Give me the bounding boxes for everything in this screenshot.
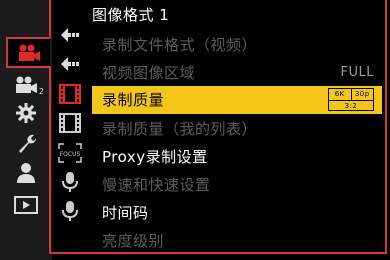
menu-item-label: 录制质量 bbox=[102, 91, 165, 109]
gear-icon bbox=[16, 103, 36, 123]
person-icon bbox=[17, 163, 35, 183]
menu-item-label: 亮度级别 bbox=[102, 232, 165, 250]
film-icon bbox=[59, 113, 81, 133]
quality-badge: 6K 30p 3:2 bbox=[328, 88, 374, 111]
mic-icon bbox=[62, 172, 78, 192]
film-icon bbox=[59, 84, 81, 104]
category-video-1[interactable]: 1 bbox=[6, 37, 50, 68]
quality-resolution: 6K bbox=[329, 89, 352, 100]
menu-item-time-code[interactable]: 时间码 bbox=[92, 199, 382, 227]
menu-item-rec-quality-my-list[interactable]: 录制质量（我的列表） bbox=[92, 115, 382, 143]
menu-item-value: FULL bbox=[340, 65, 374, 80]
menu-item-proxy-rec[interactable]: Proxy录制设置 bbox=[92, 143, 382, 171]
page-title: 图像格式 1 bbox=[92, 6, 170, 24]
menu-item-luminance-level[interactable]: 亮度级别 bbox=[92, 227, 382, 255]
quality-aspect: 3:2 bbox=[344, 102, 358, 110]
menu-item-rec-file-format[interactable]: 录制文件格式（视频） bbox=[92, 31, 382, 59]
sub-tab-film-1[interactable] bbox=[56, 81, 84, 107]
video-camera-icon bbox=[16, 76, 37, 93]
tab-arrow-icon bbox=[61, 28, 79, 42]
menu-item-label: 录制质量（我的列表） bbox=[102, 120, 258, 138]
wrench-icon bbox=[19, 134, 37, 153]
frame-line bbox=[49, 66, 51, 254]
menu-item-rec-quality[interactable]: 录制质量 6K 30p 3:2 bbox=[92, 86, 382, 114]
category-setup[interactable] bbox=[0, 128, 52, 158]
focus-label: FOCUS bbox=[60, 151, 81, 158]
menu-item-label: 慢速和快速设置 bbox=[102, 176, 211, 194]
menu-item-label: 时间码 bbox=[102, 204, 149, 222]
tab-arrow-icon bbox=[61, 57, 79, 71]
category-playback[interactable] bbox=[0, 190, 52, 220]
menu-screen: 1 2 FOCUS 图像格式 1 录制文件格式（视频） 视频图像区域 FULL … bbox=[0, 0, 390, 260]
category-video-2[interactable]: 2 bbox=[0, 70, 52, 100]
category-sub-number: 1 bbox=[36, 53, 42, 62]
sub-tab-audio-2[interactable] bbox=[56, 198, 84, 224]
menu-item-image-area[interactable]: 视频图像区域 FULL bbox=[92, 59, 382, 87]
quality-framerate: 30p bbox=[354, 90, 370, 98]
menu-item-label: Proxy录制设置 bbox=[102, 148, 208, 166]
sub-tab-1[interactable] bbox=[56, 22, 84, 48]
playback-icon bbox=[14, 196, 38, 214]
sub-tab-audio-1[interactable] bbox=[56, 169, 84, 195]
sub-tab-2[interactable] bbox=[56, 51, 84, 77]
menu-item-slow-quick[interactable]: 慢速和快速设置 bbox=[92, 171, 382, 199]
mic-icon bbox=[62, 201, 78, 221]
sub-tab-film-2[interactable] bbox=[56, 110, 84, 136]
frame-line bbox=[49, 0, 51, 38]
menu-item-label: 视频图像区域 bbox=[102, 64, 196, 82]
category-my-menu[interactable] bbox=[0, 158, 52, 188]
category-bar: 1 2 bbox=[0, 0, 52, 260]
category-sub-number: 2 bbox=[38, 87, 44, 96]
focus-icon: FOCUS bbox=[58, 143, 82, 163]
sub-tab-focus[interactable]: FOCUS bbox=[56, 140, 84, 166]
category-custom[interactable] bbox=[0, 98, 52, 128]
menu-item-label: 录制文件格式（视频） bbox=[102, 36, 258, 54]
